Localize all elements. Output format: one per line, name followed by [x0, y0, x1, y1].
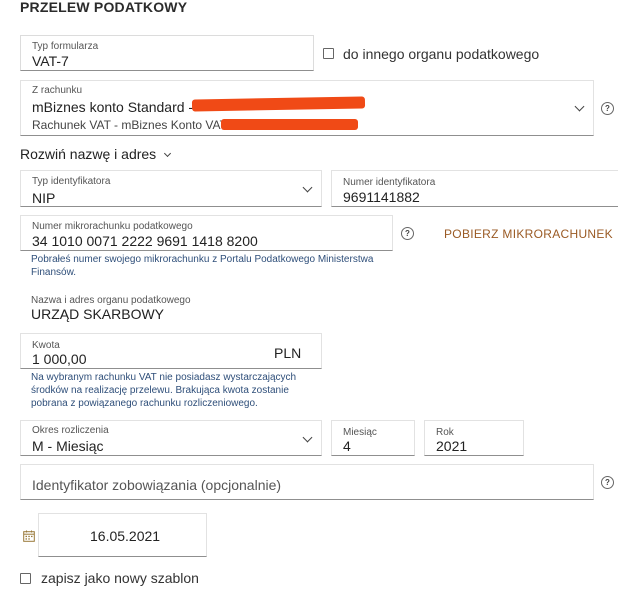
redaction-mark: [191, 96, 366, 112]
from-account-label: Z rachunku: [32, 85, 83, 96]
month-label: Miesiąc: [343, 427, 377, 438]
other-office-checkbox[interactable]: [323, 48, 334, 59]
form-type-field[interactable]: Typ formularza VAT-7: [20, 35, 314, 71]
save-template-label: zapisz jako nowy szablon: [41, 570, 199, 586]
micro-account-label: Numer mikrorachunku podatkowego: [32, 221, 193, 232]
micro-account-value: 34 1010 0071 2222 9691 1418 8200: [32, 233, 258, 249]
month-field[interactable]: Miesiąc 4: [331, 420, 415, 456]
help-icon[interactable]: ?: [401, 227, 414, 240]
year-value: 2021: [436, 438, 468, 454]
form-type-label: Typ formularza: [32, 41, 99, 52]
amount-field[interactable]: Kwota 1 000,00 PLN: [20, 333, 322, 369]
chevron-down-icon: [302, 432, 313, 443]
expand-name-label: Rozwiń nazwę i adres: [20, 146, 157, 162]
month-value: 4: [343, 438, 351, 454]
help-icon[interactable]: ?: [601, 476, 614, 489]
period-select[interactable]: Okres rozliczenia M - Miesiąc: [20, 420, 322, 456]
id-number-value: 9691141882: [343, 189, 420, 205]
amount-label: Kwota: [32, 340, 60, 351]
redaction-mark: [221, 119, 358, 130]
from-account-select[interactable]: Z rachunku mBiznes konto Standard - Rach…: [20, 80, 594, 136]
form-type-value: VAT-7: [32, 53, 69, 69]
from-account-name: mBiznes konto Standard -: [32, 99, 194, 115]
period-value: M - Miesiąc: [32, 438, 104, 454]
obligation-id-placeholder: Identyfikator zobowiązania (opcjonalnie): [32, 477, 282, 493]
save-template-checkbox[interactable]: [20, 573, 31, 584]
id-number-label: Numer identyfikatora: [343, 177, 436, 188]
amount-value: 1 000,00: [32, 351, 87, 367]
fetch-micro-account-button[interactable]: POBIERZ MIKRORACHUNEK: [444, 227, 613, 241]
year-label: Rok: [436, 427, 454, 438]
help-icon[interactable]: ?: [601, 102, 614, 115]
currency-label: PLN: [274, 345, 302, 361]
id-type-select[interactable]: Typ identyfikatora NIP: [20, 170, 322, 207]
office-name-label: Nazwa i adres organu podatkowego: [31, 295, 191, 306]
expand-name-toggle[interactable]: Rozwiń nazwę i adres: [20, 146, 172, 162]
id-number-field[interactable]: Numer identyfikatora 9691141882: [331, 170, 618, 207]
date-field[interactable]: 16.05.2021: [38, 513, 207, 557]
obligation-id-input[interactable]: Identyfikator zobowiązania (opcjonalnie): [20, 464, 594, 500]
id-type-label: Typ identyfikatora: [32, 176, 111, 187]
micro-account-note: Pobrałeś numer swojego mikrorachunku z P…: [31, 254, 374, 278]
office-name-value: URZĄD SKARBOWY: [31, 306, 165, 322]
year-field[interactable]: Rok 2021: [424, 420, 524, 456]
chevron-down-icon: [164, 149, 172, 158]
page-title: PRZELEW PODATKOWY: [20, 0, 188, 15]
chevron-down-icon: [574, 101, 585, 112]
date-value: 16.05.2021: [90, 528, 161, 544]
from-account-vat: Rachunek VAT - mBiznes Konto VAT: [32, 118, 227, 132]
amount-note: Na wybranym rachunku VAT nie posiadasz w…: [31, 372, 297, 409]
chevron-down-icon: [302, 182, 313, 193]
period-label: Okres rozliczenia: [32, 425, 109, 436]
micro-account-field[interactable]: Numer mikrorachunku podatkowego 34 1010 …: [20, 215, 393, 251]
other-office-label: do innego organu podatkowego: [343, 46, 540, 62]
id-type-value: NIP: [32, 190, 56, 206]
calendar-icon[interactable]: [23, 529, 35, 547]
